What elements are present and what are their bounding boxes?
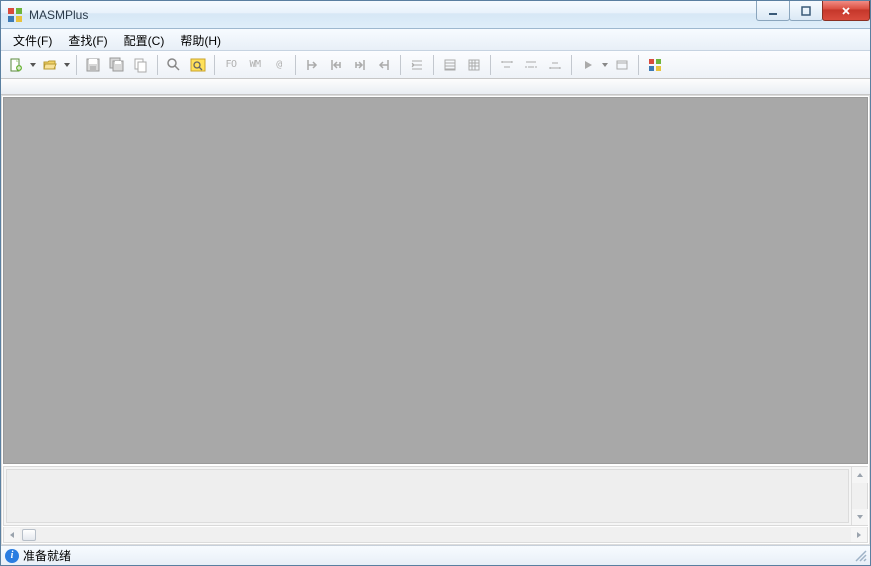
panels-button[interactable]: [644, 54, 666, 76]
at-button[interactable]: @: [268, 54, 290, 76]
toolbar-separator: [433, 55, 434, 75]
save-all-button[interactable]: [106, 54, 128, 76]
toolbar-separator: [214, 55, 215, 75]
toolbar-separator: [295, 55, 296, 75]
scroll-right-arrow[interactable]: [851, 528, 867, 542]
menu-file[interactable]: 文件(F): [5, 29, 60, 50]
save-button[interactable]: [82, 54, 104, 76]
open-file-dropdown[interactable]: [63, 62, 71, 68]
info-icon: i: [5, 549, 19, 563]
bookmark-next-button[interactable]: [349, 54, 371, 76]
run-button[interactable]: [577, 54, 599, 76]
toolbar-separator: [157, 55, 158, 75]
align-1-button[interactable]: [496, 54, 518, 76]
maximize-button[interactable]: [789, 1, 823, 21]
workspace: [1, 95, 870, 545]
output-panel: [3, 466, 868, 526]
new-file-dropdown[interactable]: [29, 62, 37, 68]
app-window: MASMPlus 文件(F) 查找(F) 配置(C) 帮助(H): [0, 0, 871, 566]
toolbar-separator: [76, 55, 77, 75]
indent-button[interactable]: [406, 54, 428, 76]
menubar: 文件(F) 查找(F) 配置(C) 帮助(H): [1, 29, 870, 51]
find-button[interactable]: [163, 54, 185, 76]
scroll-down-arrow[interactable]: [852, 509, 868, 525]
bookmark-prev-button[interactable]: [325, 54, 347, 76]
output-content[interactable]: [6, 469, 849, 523]
app-icon: [7, 7, 23, 23]
toolbar-separator: [400, 55, 401, 75]
window-button[interactable]: [611, 54, 633, 76]
window-controls: [757, 1, 870, 21]
toolbar-separator: [490, 55, 491, 75]
scroll-thumb[interactable]: [22, 529, 36, 541]
align-2-button[interactable]: [520, 54, 542, 76]
align-3-button[interactable]: [544, 54, 566, 76]
grid-2-button[interactable]: [463, 54, 485, 76]
grid-1-button[interactable]: [439, 54, 461, 76]
document-tabstrip[interactable]: [1, 79, 870, 95]
copy-button[interactable]: [130, 54, 152, 76]
status-text: 准备就绪: [23, 547, 71, 564]
toolbar: FO WM @: [1, 51, 870, 79]
toolbar-separator: [571, 55, 572, 75]
scroll-left-arrow[interactable]: [4, 528, 20, 542]
output-vertical-scrollbar[interactable]: [851, 467, 867, 525]
new-file-button[interactable]: [5, 54, 27, 76]
editor-area[interactable]: [3, 97, 868, 464]
bookmark-end-button[interactable]: [373, 54, 395, 76]
window-title: MASMPlus: [29, 8, 88, 22]
find-highlight-button[interactable]: [187, 54, 209, 76]
toolbar-separator: [638, 55, 639, 75]
close-button[interactable]: [822, 1, 870, 21]
bookmark-start-button[interactable]: [301, 54, 323, 76]
menu-search[interactable]: 查找(F): [60, 29, 115, 50]
menu-help[interactable]: 帮助(H): [172, 29, 229, 50]
open-file-button[interactable]: [39, 54, 61, 76]
minimize-button[interactable]: [756, 1, 790, 21]
menu-config[interactable]: 配置(C): [116, 29, 173, 50]
titlebar[interactable]: MASMPlus: [1, 1, 870, 29]
statusbar: i 准备就绪: [1, 545, 870, 565]
resize-grip[interactable]: [854, 549, 868, 563]
wm-button[interactable]: WM: [244, 54, 266, 76]
run-dropdown[interactable]: [601, 62, 609, 68]
horizontal-scrollbar[interactable]: [3, 527, 868, 543]
scroll-up-arrow[interactable]: [852, 467, 868, 483]
fo-button[interactable]: FO: [220, 54, 242, 76]
